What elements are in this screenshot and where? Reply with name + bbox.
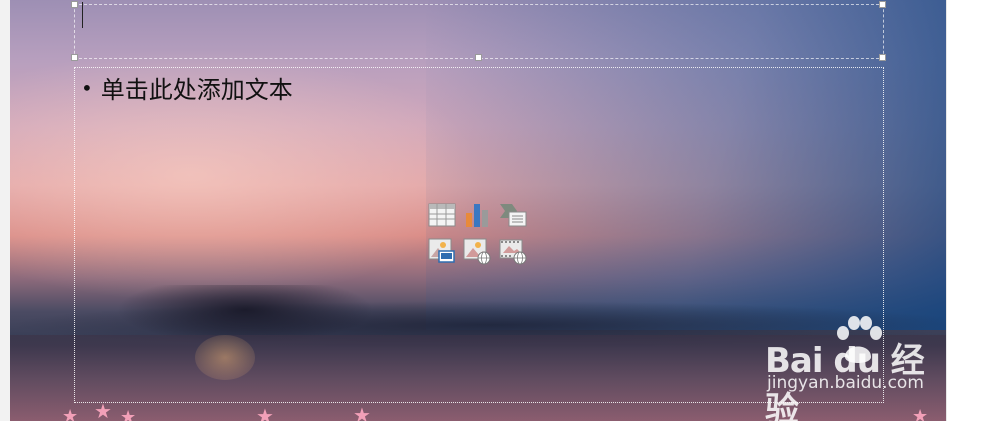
star-decoration: ★ bbox=[256, 404, 274, 421]
bullet-marker: • bbox=[81, 76, 93, 100]
insert-chart-icon[interactable] bbox=[463, 201, 491, 229]
resize-handle-top-left[interactable] bbox=[71, 1, 78, 8]
insert-online-picture-icon[interactable] bbox=[463, 237, 491, 265]
placeholder-text: 单击此处添加文本 bbox=[100, 76, 293, 104]
insert-smartart-icon[interactable] bbox=[499, 201, 527, 229]
insert-table-icon[interactable] bbox=[428, 201, 456, 229]
resize-handle-top-right[interactable] bbox=[879, 1, 886, 8]
star-decoration: ★ bbox=[62, 406, 79, 422]
insert-picture-icon[interactable] bbox=[428, 237, 456, 265]
insert-video-icon[interactable] bbox=[499, 237, 527, 265]
editor-left-margin bbox=[0, 0, 10, 421]
resize-handle-bottom-right[interactable] bbox=[879, 54, 886, 61]
content-bullet[interactable]: • 单击此处添加文本 bbox=[81, 70, 293, 105]
star-decoration: ★ bbox=[94, 399, 112, 421]
editor-right-margin bbox=[946, 0, 1000, 421]
baidu-watermark: Bai du 经验 jingyan.baidu.com bbox=[765, 315, 950, 430]
star-decoration: ★ bbox=[120, 407, 137, 422]
star-decoration: ★ bbox=[353, 403, 371, 421]
resize-handle-bottom-left[interactable] bbox=[71, 54, 78, 61]
text-cursor bbox=[82, 2, 83, 28]
title-placeholder[interactable] bbox=[74, 4, 884, 59]
resize-handle-bottom-center[interactable] bbox=[475, 54, 482, 61]
content-placeholder[interactable] bbox=[74, 67, 884, 403]
watermark-url: jingyan.baidu.com bbox=[767, 373, 924, 393]
